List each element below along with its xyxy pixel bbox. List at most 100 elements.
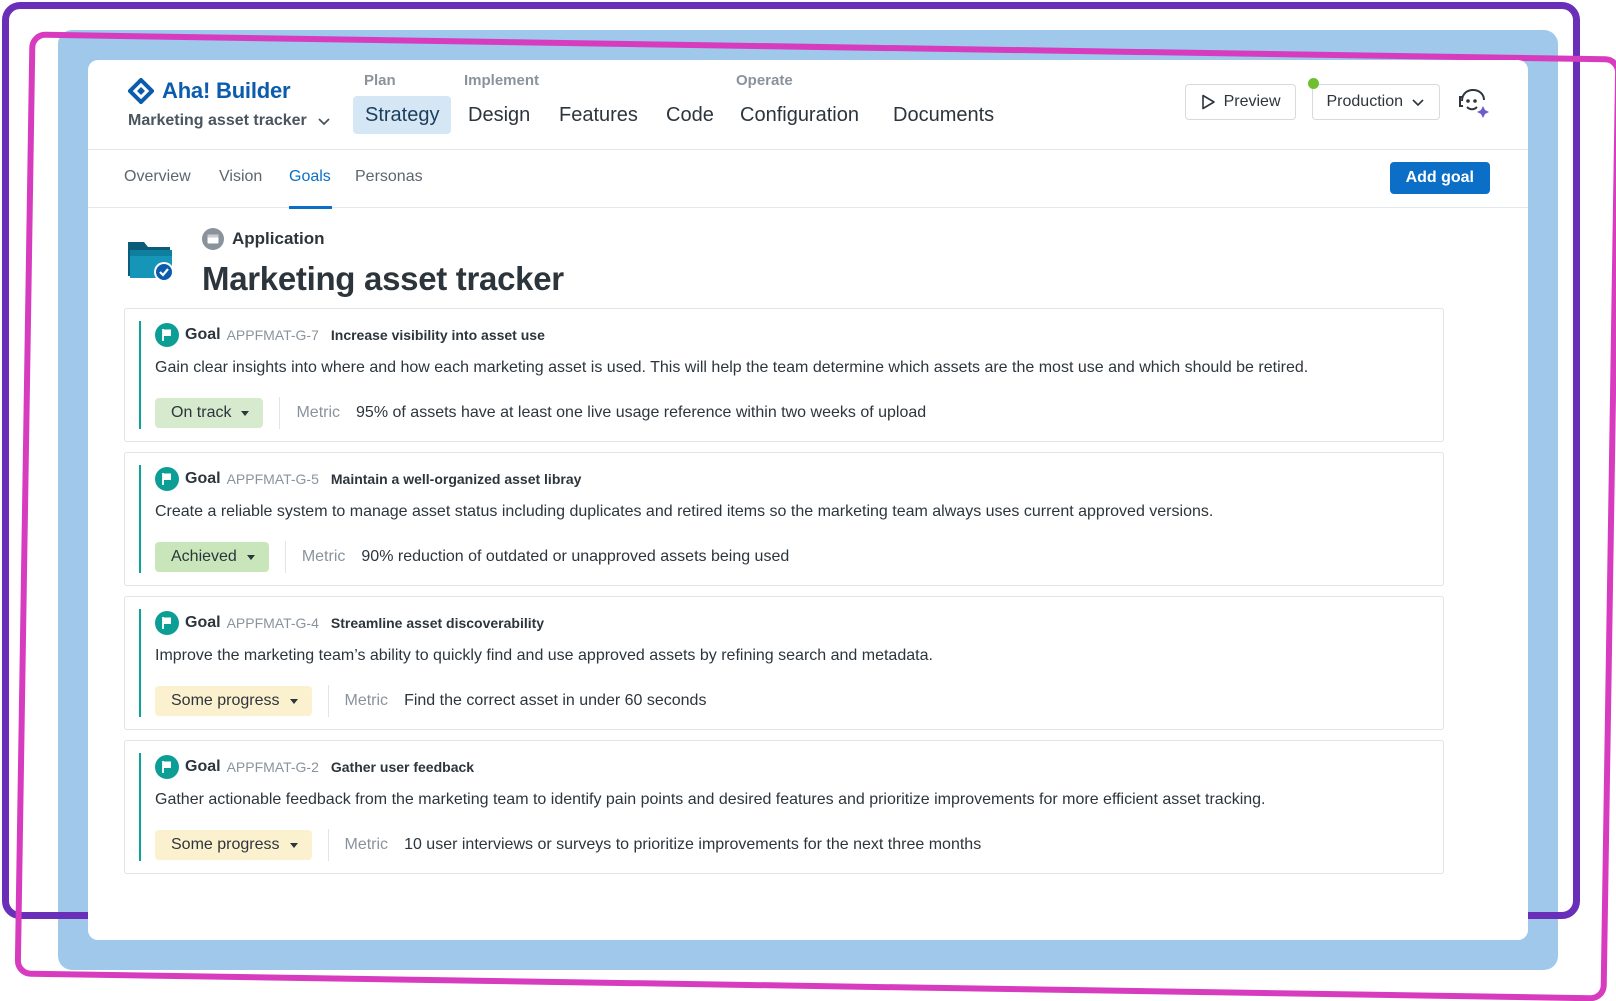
goal-header: Goal APPFMAT-G-4 Streamline asset discov…	[155, 611, 544, 635]
flag-icon	[155, 467, 179, 491]
goal-kind-label: Goal	[185, 470, 221, 487]
nav-item-design[interactable]: Design	[456, 96, 542, 134]
goal-card[interactable]: Goal APPFMAT-G-2 Gather user feedback Ga…	[124, 740, 1444, 874]
status-dropdown[interactable]: Achieved	[155, 542, 269, 572]
goal-description: Create a reliable system to manage asset…	[155, 503, 1214, 520]
goal-name[interactable]: Increase visibility into asset use	[331, 327, 545, 343]
goal-name[interactable]: Streamline asset discoverability	[331, 615, 544, 631]
goal-card[interactable]: Goal APPFMAT-G-5 Maintain a well-organiz…	[124, 452, 1444, 586]
goal-footer: Achieved Metric 90% reduction of outdate…	[155, 541, 789, 573]
nav-group-implement: Implement	[464, 72, 540, 89]
nav-item-configuration[interactable]: Configuration	[728, 96, 871, 134]
nav-group-plan: Plan	[364, 72, 396, 89]
nav-item-code[interactable]: Code	[654, 96, 726, 134]
top-bar: Aha! Builder Marketing asset tracker Pla…	[88, 60, 1528, 150]
tab-goals[interactable]: Goals	[289, 168, 331, 186]
goal-accent-bar	[139, 465, 141, 573]
divider	[284, 541, 286, 573]
goal-header: Goal APPFMAT-G-5 Maintain a well-organiz…	[155, 467, 581, 491]
goal-id: APPFMAT-G-4	[226, 615, 319, 631]
environment-selector[interactable]: Production	[1311, 84, 1440, 120]
goal-description: Gain clear insights into where and how e…	[155, 359, 1309, 376]
flag-icon	[155, 323, 179, 347]
nav-item-documents[interactable]: Documents	[881, 96, 1006, 134]
metric-label: Metric	[344, 692, 389, 709]
goal-footer: Some progress Metric Find the correct as…	[155, 685, 706, 717]
tab-overview[interactable]: Overview	[124, 168, 191, 186]
goal-kind-label: Goal	[185, 614, 221, 631]
environment-selector-wrap: Production	[1307, 78, 1440, 120]
goal-card[interactable]: Goal APPFMAT-G-4 Streamline asset discov…	[124, 596, 1444, 730]
goal-description: Gather actionable feedback from the mark…	[155, 791, 1266, 808]
goal-footer: On track Metric 95% of assets have at le…	[155, 397, 926, 429]
play-icon	[1201, 94, 1215, 110]
metric-value[interactable]: 95% of assets have at least one live usa…	[356, 404, 926, 422]
metric-label: Metric	[344, 836, 389, 853]
goal-card[interactable]: Goal APPFMAT-G-7 Increase visibility int…	[124, 308, 1444, 442]
goal-header: Goal APPFMAT-G-2 Gather user feedback	[155, 755, 474, 779]
application-icon	[202, 228, 224, 250]
record-type-label: Application	[232, 229, 325, 248]
metric-value[interactable]: 10 user interviews or surveys to priorit…	[404, 836, 981, 854]
goal-accent-bar	[139, 321, 141, 429]
metric-value[interactable]: 90% reduction of outdated or unapproved …	[361, 548, 789, 566]
goal-id: APPFMAT-G-2	[226, 759, 319, 775]
caret-down-icon	[246, 554, 255, 560]
goal-kind-label: Goal	[185, 758, 221, 775]
divider	[327, 685, 329, 717]
brand-name: Aha! Builder	[162, 78, 291, 103]
status-label: Some progress	[171, 836, 280, 853]
caret-down-icon	[289, 842, 298, 848]
chevron-down-icon	[318, 118, 330, 126]
record-type: Application	[202, 228, 325, 250]
goal-accent-bar	[139, 609, 141, 717]
goal-id: APPFMAT-G-7	[226, 327, 319, 343]
metric-label: Metric	[301, 548, 346, 565]
preview-label: Preview	[1223, 93, 1281, 110]
nav-group-operate: Operate	[736, 72, 793, 89]
goal-kind-label: Goal	[185, 326, 221, 343]
goal-header: Goal APPFMAT-G-7 Increase visibility int…	[155, 323, 545, 347]
caret-down-icon	[241, 410, 250, 416]
flag-icon	[155, 755, 179, 779]
status-label: Achieved	[171, 548, 237, 565]
status-dropdown[interactable]: Some progress	[155, 830, 312, 860]
app-switcher[interactable]: Marketing asset tracker	[128, 112, 331, 130]
metric-value[interactable]: Find the correct asset in under 60 secon…	[404, 692, 706, 710]
nav-item-features[interactable]: Features	[547, 96, 650, 134]
sub-nav: Overview Vision Goals Personas Add goal	[88, 150, 1528, 209]
status-dropdown[interactable]: On track	[155, 398, 264, 428]
divider	[279, 397, 281, 429]
top-actions: Preview Production	[1184, 78, 1490, 120]
nav-item-strategy[interactable]: Strategy	[353, 96, 452, 134]
page-title: Marketing asset tracker	[202, 260, 564, 297]
status-label: On track	[171, 404, 232, 421]
goal-name[interactable]: Gather user feedback	[331, 759, 474, 775]
goal-footer: Some progress Metric 10 user interviews …	[155, 829, 981, 861]
chevron-down-icon	[1412, 99, 1424, 107]
add-goal-button[interactable]: Add goal	[1389, 162, 1490, 194]
app-window: Aha! Builder Marketing asset tracker Pla…	[88, 60, 1528, 940]
goal-accent-bar	[139, 753, 141, 861]
goal-name[interactable]: Maintain a well-organized asset libray	[331, 471, 582, 487]
goal-id: APPFMAT-G-5	[226, 471, 319, 487]
divider	[327, 829, 329, 861]
ai-assistant-icon[interactable]	[1456, 85, 1490, 119]
metric-label: Metric	[296, 404, 341, 421]
aha-logo-icon	[128, 78, 154, 104]
record-header: Application Marketing asset tracker	[88, 208, 1528, 312]
caret-down-icon	[289, 698, 298, 704]
tab-vision[interactable]: Vision	[219, 168, 262, 186]
environment-label: Production	[1326, 93, 1404, 110]
preview-button[interactable]: Preview	[1184, 84, 1296, 120]
environment-status-dot	[1307, 78, 1319, 89]
status-label: Some progress	[171, 692, 280, 709]
brand[interactable]: Aha! Builder	[128, 78, 291, 104]
flag-icon	[155, 611, 179, 635]
goals-list: Goal APPFMAT-G-7 Increase visibility int…	[124, 308, 1444, 884]
folder-check-icon	[128, 242, 174, 282]
app-switcher-label: Marketing asset tracker	[128, 112, 307, 129]
goal-description: Improve the marketing team’s ability to …	[155, 647, 933, 664]
status-dropdown[interactable]: Some progress	[155, 686, 312, 716]
tab-personas[interactable]: Personas	[355, 168, 423, 186]
